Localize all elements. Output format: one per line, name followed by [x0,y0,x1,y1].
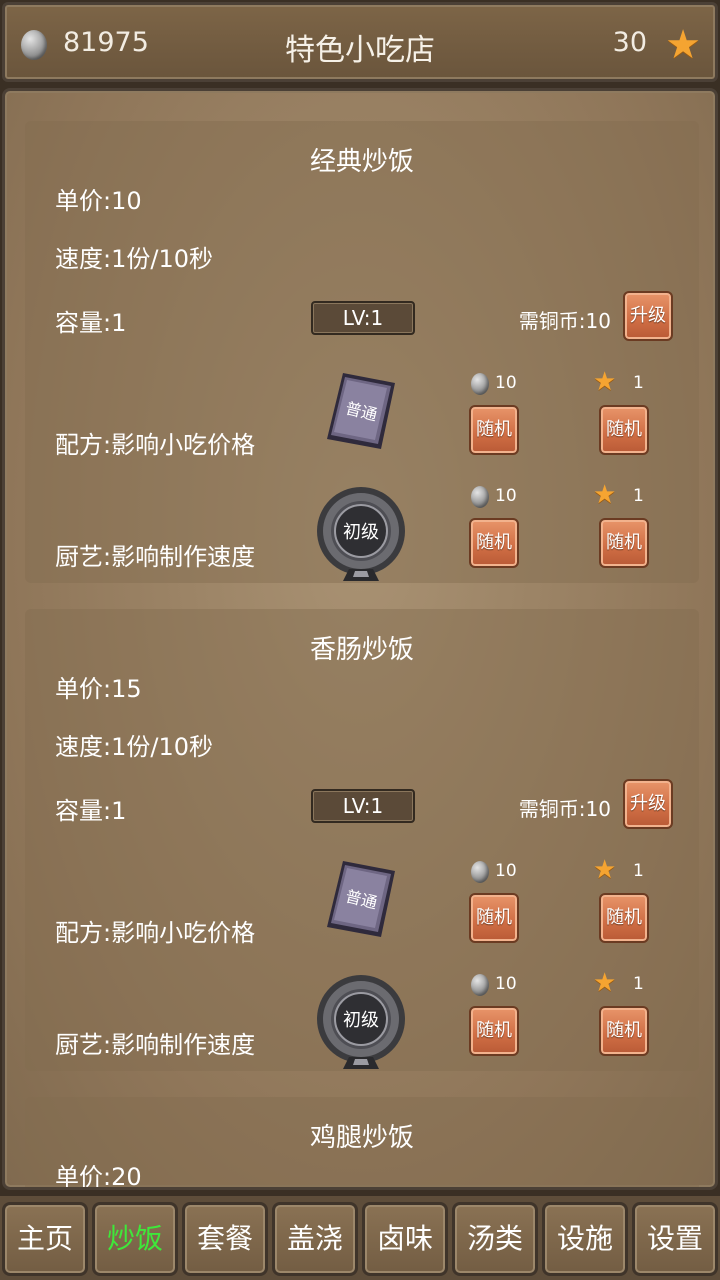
tab-braised[interactable]: 卤味 [362,1202,448,1276]
bottom-tab-bar: 主页 炒饭 套餐 盖浇 卤味 汤类 设施 设置 [0,1196,720,1280]
recipe-label: 配方:影响小吃价格 [55,431,256,459]
recipe-random-coin-button[interactable]: 随机 [469,405,519,455]
tab-fried-rice[interactable]: 炒饭 [92,1202,178,1276]
capacity: 容量:1 [55,309,127,337]
skill-random-coin-button[interactable]: 随机 [469,1006,519,1056]
dish-card-sausage: 香肠炒饭 单价:15 速度:1份/10秒 容量:1 LV:1 需铜币:10 升级… [25,609,699,1071]
star-icon: ★ [593,855,617,885]
skill-star-cost: 1 [633,486,644,506]
unit-price: 单价:10 [55,187,142,215]
upgrade-cost: 需铜币:10 [518,797,611,821]
recipe-random-coin-button[interactable]: 随机 [469,893,519,943]
star-icon: ★ [593,480,617,510]
laurel-badge-icon: 初级 [311,971,411,1071]
recipe-star-cost: 1 [633,861,644,881]
upgrade-button[interactable]: 升级 [623,291,673,341]
silver-coin-icon [471,861,489,883]
skill-random-coin-button[interactable]: 随机 [469,518,519,568]
tab-settings[interactable]: 设置 [632,1202,718,1276]
star-icon: ★ [665,22,701,68]
unit-price: 单价:20 [55,1163,142,1190]
recipe-coin-cost: 10 [495,373,517,393]
recipe-random-star-button[interactable]: 随机 [599,893,649,943]
dish-name: 经典炒饭 [309,147,414,177]
tab-rice-bowl[interactable]: 盖浇 [272,1202,358,1276]
skill-random-star-button[interactable]: 随机 [599,1006,649,1056]
skill-grade: 初级 [343,522,379,543]
tab-set-meal[interactable]: 套餐 [182,1202,268,1276]
star-icon: ★ [593,367,617,397]
recipe-book-icon: 普通 [325,859,397,939]
dish-card-drumstick: 鸡腿炒饭 单价:20 [25,1097,699,1190]
dish-name: 香肠炒饭 [309,635,414,665]
skill-label: 厨艺:影响制作速度 [55,543,256,571]
shop-title: 特色小吃店 [285,33,435,68]
skill-coin-cost: 10 [495,974,517,994]
top-bar: 81975 特色小吃店 30 ★ [2,2,718,82]
tab-home[interactable]: 主页 [2,1202,88,1276]
recipe-label: 配方:影响小吃价格 [55,919,256,947]
level-badge: LV:1 [311,301,415,335]
level-badge: LV:1 [311,789,415,823]
skill-grade: 初级 [343,1010,379,1031]
star-icon: ★ [593,968,617,998]
tab-soup[interactable]: 汤类 [452,1202,538,1276]
silver-coin-icon [471,486,489,508]
dish-card-classic: 经典炒饭 单价:10 速度:1份/10秒 容量:1 LV:1 需铜币:10 升级… [25,121,699,583]
dish-name: 鸡腿炒饭 [309,1123,414,1153]
unit-price: 单价:15 [55,675,142,703]
silver-coin-icon [471,974,489,996]
capacity: 容量:1 [55,797,127,825]
silver-coin-icon [471,373,489,395]
skill-random-star-button[interactable]: 随机 [599,518,649,568]
tab-facilities[interactable]: 设施 [542,1202,628,1276]
recipe-star-cost: 1 [633,373,644,393]
upgrade-button[interactable]: 升级 [623,779,673,829]
recipe-coin-cost: 10 [495,861,517,881]
skill-star-cost: 1 [633,974,644,994]
recipe-book-icon: 普通 [325,371,397,451]
laurel-badge-icon: 初级 [311,483,411,583]
speed: 速度:1份/10秒 [55,245,213,273]
upgrade-cost: 需铜币:10 [518,309,611,333]
skill-label: 厨艺:影响制作速度 [55,1031,256,1059]
speed: 速度:1份/10秒 [55,733,213,761]
star-balance: 30 [612,27,647,58]
recipe-random-star-button[interactable]: 随机 [599,405,649,455]
skill-coin-cost: 10 [495,486,517,506]
main-panel[interactable]: 经典炒饭 单价:10 速度:1份/10秒 容量:1 LV:1 需铜币:10 升级… [2,88,718,1190]
